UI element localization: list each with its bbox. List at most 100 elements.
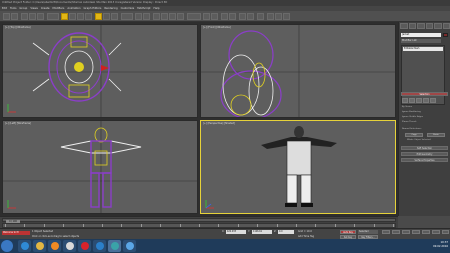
option-by-vertex[interactable]: By Vertex xyxy=(402,106,412,108)
taskbar-app[interactable] xyxy=(78,240,91,252)
timeline-tick xyxy=(179,224,181,227)
option-planar-thresh[interactable]: Planar Thresh xyxy=(402,121,416,123)
named-selection-dropdown[interactable] xyxy=(187,13,201,20)
tab-display[interactable] xyxy=(434,23,442,29)
paste-button[interactable]: Paste xyxy=(427,133,445,137)
taskbar-app[interactable] xyxy=(63,240,76,252)
redo-button[interactable] xyxy=(11,13,18,20)
select-object-button[interactable] xyxy=(61,13,68,20)
graphite-toggle-button[interactable] xyxy=(229,13,236,20)
rollout-selection[interactable]: Selection xyxy=(401,92,448,96)
window-crossing-button[interactable] xyxy=(85,13,92,20)
modifier-list-dropdown[interactable]: Modifier List xyxy=(401,39,441,43)
auto-key-button[interactable]: Auto Key xyxy=(340,230,356,234)
tab-hierarchy[interactable] xyxy=(417,23,425,29)
render-production-button[interactable] xyxy=(283,13,290,20)
tab-create[interactable] xyxy=(400,23,408,29)
object-color-swatch[interactable] xyxy=(443,33,448,37)
rectangular-selection-button[interactable] xyxy=(77,13,84,20)
select-and-scale-button[interactable] xyxy=(111,13,118,20)
element-icon[interactable] xyxy=(430,98,436,103)
percent-snap-button[interactable] xyxy=(169,13,176,20)
viewport-left[interactable]: [+] [Left] [Wireframe] xyxy=(2,120,198,214)
pivot-center-button[interactable] xyxy=(135,13,142,20)
taskbar-app[interactable] xyxy=(33,240,46,252)
top-view-wireframe xyxy=(3,25,197,117)
viewport-front[interactable]: [+] [Front] [Wireframe] xyxy=(200,24,396,118)
start-button[interactable] xyxy=(1,240,13,252)
zoom-button[interactable] xyxy=(412,230,420,234)
spinner-snap-button[interactable] xyxy=(177,13,184,20)
ie-icon xyxy=(20,242,29,250)
option-ignore-visible-edges[interactable]: Ignore Visible Edges xyxy=(402,116,423,118)
render-setup-button[interactable] xyxy=(267,13,274,20)
object-name-field[interactable]: Jacket xyxy=(401,33,441,37)
zoom-extents-button[interactable] xyxy=(432,230,440,234)
viewport-perspective[interactable]: [+] [Perspective] [Shaded] xyxy=(200,120,396,214)
edge-icon[interactable] xyxy=(409,98,415,103)
material-editor-button[interactable] xyxy=(257,13,264,20)
align-button[interactable] xyxy=(211,13,218,20)
system-tray[interactable]: 10:37 09.02.2016 xyxy=(433,241,448,249)
vertex-icon[interactable] xyxy=(402,98,408,103)
3dsmax-icon xyxy=(110,242,119,250)
reference-coordinate-dropdown[interactable] xyxy=(121,13,133,20)
key-mode-dropdown[interactable]: Selected xyxy=(358,230,378,234)
time-slider[interactable]: 0 / 100 xyxy=(2,218,396,224)
go-to-start-button[interactable] xyxy=(382,230,390,234)
axis-tripod-icon xyxy=(7,200,16,209)
viewport-top[interactable]: [+] [Top] [Wireframe] xyxy=(2,24,198,118)
timeline-tick xyxy=(257,224,259,227)
taskbar-app[interactable] xyxy=(48,240,61,252)
timeline-tick xyxy=(5,224,6,227)
tab-modify[interactable] xyxy=(408,23,416,29)
curve-editor-button[interactable] xyxy=(239,13,246,20)
layer-manager-button[interactable] xyxy=(221,13,228,20)
mirror-button[interactable] xyxy=(203,13,210,20)
schematic-view-button[interactable] xyxy=(247,13,254,20)
snaps-toggle-button[interactable] xyxy=(153,13,160,20)
taskbar-app[interactable] xyxy=(18,240,31,252)
tab-utilities[interactable] xyxy=(442,23,450,29)
play-button[interactable] xyxy=(392,230,400,234)
timeline-tick xyxy=(373,224,375,227)
maxscript-listener[interactable]: Welcome to M xyxy=(2,231,30,235)
polygon-icon[interactable] xyxy=(423,98,429,103)
select-by-name-button[interactable] xyxy=(69,13,76,20)
bind-space-warp-button[interactable] xyxy=(37,13,44,20)
option-ignore-backfacing[interactable]: Ignore Backfacing xyxy=(402,111,421,113)
orbit-button[interactable] xyxy=(442,230,449,234)
timeline-tick xyxy=(160,224,162,227)
timeline-tick xyxy=(334,224,336,227)
taskbar-app[interactable] xyxy=(108,240,121,252)
stack-item-editable-mesh[interactable]: Editable Mesh xyxy=(403,47,443,51)
select-and-move-button[interactable] xyxy=(95,13,102,20)
manipulate-button[interactable] xyxy=(143,13,150,20)
perspective-view-model xyxy=(261,126,337,207)
rendered-frame-window-button[interactable] xyxy=(275,13,282,20)
face-icon[interactable] xyxy=(416,98,422,103)
unlink-button[interactable] xyxy=(29,13,36,20)
taskbar-app[interactable] xyxy=(93,240,106,252)
taskbar-app[interactable] xyxy=(123,240,136,252)
go-to-end-button[interactable] xyxy=(402,230,410,234)
rollout-edit-geometry[interactable]: Edit Geometry xyxy=(401,152,448,156)
y-label: Y: xyxy=(248,230,250,233)
copy-button[interactable]: Copy xyxy=(405,133,423,137)
timeline-tick xyxy=(102,224,103,227)
add-time-tag[interactable]: Add Time Tag xyxy=(298,235,314,238)
selection-filter-dropdown[interactable] xyxy=(47,13,59,20)
rollout-soft-selection[interactable]: Soft Selection xyxy=(401,146,448,150)
z-coordinate-field[interactable]: 0.0 xyxy=(278,230,294,234)
zoom-all-button[interactable] xyxy=(422,230,430,234)
subobject-level-icons xyxy=(402,98,436,103)
rollout-surface-properties[interactable]: Surface Properties xyxy=(401,158,448,162)
y-coordinate-field[interactable]: 1126.61 xyxy=(252,230,272,234)
select-and-rotate-button[interactable] xyxy=(103,13,110,20)
folder-icon xyxy=(35,242,44,250)
link-button[interactable] xyxy=(21,13,28,20)
angle-snap-button[interactable] xyxy=(161,13,168,20)
x-coordinate-field[interactable]: 422.033 xyxy=(226,230,246,234)
undo-button[interactable] xyxy=(3,13,10,20)
tab-motion[interactable] xyxy=(425,23,433,29)
